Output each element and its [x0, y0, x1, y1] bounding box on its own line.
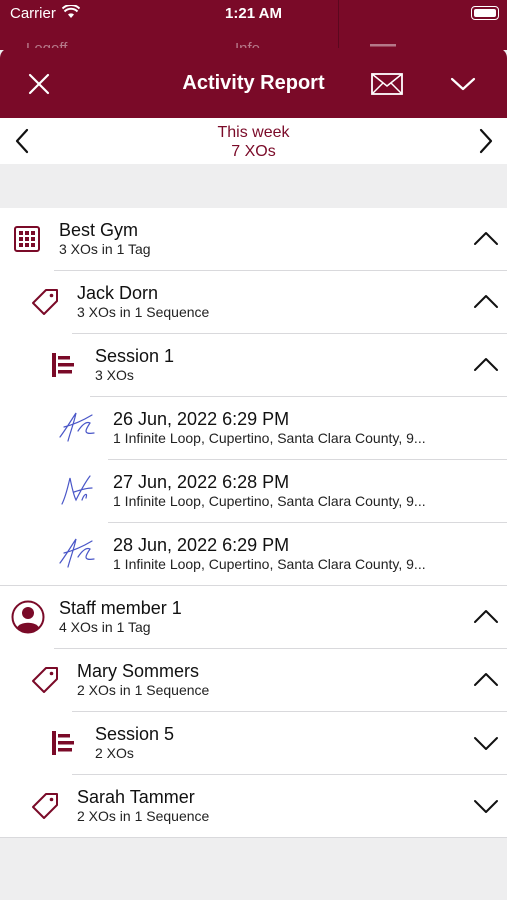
email-button[interactable]: [370, 68, 404, 100]
chevron-up-icon[interactable]: [473, 289, 499, 315]
building-icon: [12, 224, 42, 254]
row-title: Session 1: [95, 346, 175, 366]
chevron-up-icon[interactable]: [473, 667, 499, 693]
report-list: Best Gym 3 XOs in 1 Tag Jack Dorn 3 XOs …: [0, 208, 507, 838]
tag-icon: [30, 791, 60, 821]
chevron-up-icon[interactable]: [473, 226, 499, 252]
collapse-button[interactable]: [447, 68, 479, 100]
xo-row[interactable]: 27 Jun, 2022 6:28 PM 1 Infinite Loop, Cu…: [0, 460, 507, 523]
row-title: Staff member 1: [59, 598, 182, 618]
xo-datetime: 27 Jun, 2022 6:28 PM: [113, 472, 290, 492]
week-xo-count: 7 XOs: [231, 143, 276, 160]
row-subtitle: 3 XOs: [95, 367, 134, 383]
xo-address: 1 Infinite Loop, Cupertino, Santa Clara …: [113, 430, 426, 446]
chevron-down-icon[interactable]: [473, 793, 499, 819]
xo-address: 1 Infinite Loop, Cupertino, Santa Clara …: [113, 493, 426, 509]
status-bar: Carrier 1:21 AM Logoff Info: [0, 0, 507, 50]
row-title: Best Gym: [59, 220, 139, 240]
row-title: Session 5: [95, 724, 175, 744]
sequence-row[interactable]: Session 5 2 XOs: [0, 712, 507, 775]
row-title: Jack Dorn: [77, 283, 159, 303]
week-selector: This week 7 XOs: [0, 118, 507, 164]
next-week-button[interactable]: [476, 127, 496, 155]
signature-icon: [61, 475, 93, 505]
signature-icon: [59, 412, 95, 442]
row-divider: [0, 837, 507, 838]
xo-row[interactable]: 28 Jun, 2022 6:29 PM 1 Infinite Loop, Cu…: [0, 523, 507, 586]
row-title: Mary Sommers: [77, 661, 200, 681]
person-icon: [11, 600, 45, 634]
battery-icon: [471, 6, 499, 20]
chevron-down-icon[interactable]: [473, 730, 499, 756]
signature-icon: [59, 538, 95, 568]
xo-row[interactable]: 26 Jun, 2022 6:29 PM 1 Infinite Loop, Cu…: [0, 397, 507, 460]
tag-row[interactable]: Sarah Tammer 2 XOs in 1 Sequence: [0, 775, 507, 838]
row-subtitle: 3 XOs in 1 Tag: [59, 241, 151, 257]
chevron-down-icon: [450, 77, 476, 91]
sheet-header: Activity Report: [0, 48, 507, 118]
xo-datetime: 26 Jun, 2022 6:29 PM: [113, 409, 290, 429]
row-subtitle: 3 XOs in 1 Sequence: [77, 304, 210, 320]
sequence-row[interactable]: Session 1 3 XOs: [0, 334, 507, 397]
page-title: Activity Report: [182, 72, 325, 94]
chevron-up-icon[interactable]: [473, 352, 499, 378]
xo-datetime: 28 Jun, 2022 6:29 PM: [113, 535, 290, 555]
tag-icon: [30, 665, 60, 695]
chevron-up-icon[interactable]: [473, 604, 499, 630]
tag-row[interactable]: Jack Dorn 3 XOs in 1 Sequence: [0, 271, 507, 334]
xo-address: 1 Infinite Loop, Cupertino, Santa Clara …: [113, 556, 426, 572]
sequence-icon: [48, 728, 78, 758]
row-subtitle: 2 XOs: [95, 745, 134, 761]
row-title: Sarah Tammer: [77, 787, 195, 807]
envelope-icon: [371, 73, 403, 95]
clock: 1:21 AM: [225, 5, 282, 22]
tag-row[interactable]: Mary Sommers 2 XOs in 1 Sequence: [0, 649, 507, 712]
row-subtitle: 4 XOs in 1 Tag: [59, 619, 151, 635]
week-label: This week: [217, 124, 290, 141]
sequence-icon: [48, 350, 78, 380]
row-subtitle: 2 XOs in 1 Sequence: [77, 808, 210, 824]
row-subtitle: 2 XOs in 1 Sequence: [77, 682, 210, 698]
tag-icon: [30, 287, 60, 317]
staff-row[interactable]: Staff member 1 4 XOs in 1 Tag: [0, 586, 507, 649]
week-summary: This week 7 XOs: [0, 123, 507, 161]
location-row[interactable]: Best Gym 3 XOs in 1 Tag: [0, 208, 507, 271]
